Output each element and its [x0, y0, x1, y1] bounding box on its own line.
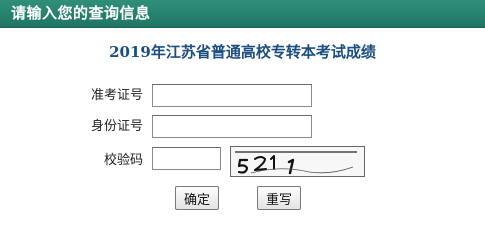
captcha-graphic — [235, 151, 357, 175]
header-bar: 请输入您的查询信息 — [0, 0, 485, 28]
captcha-label: 校验码 — [103, 153, 143, 168]
captcha-input[interactable] — [152, 147, 221, 170]
header-title: 请输入您的查询信息 — [11, 4, 151, 22]
captcha-noise-line — [250, 166, 354, 174]
exam-id-label: 准考证号 — [90, 88, 143, 103]
captcha-glyph — [287, 158, 295, 175]
id-card-label: 身份证号 — [90, 119, 143, 134]
captcha-glyph — [254, 156, 267, 171]
captcha-glyph — [270, 155, 275, 170]
id-card-input[interactable] — [152, 115, 312, 138]
exam-id-input[interactable] — [152, 84, 312, 107]
captcha-image[interactable] — [230, 146, 365, 177]
reset-button[interactable]: 重写 — [257, 186, 301, 210]
page-title: 2019年江苏省普通高校专转本考试成绩 — [109, 43, 376, 61]
confirm-button[interactable]: 确定 — [175, 186, 219, 210]
captcha-glyph — [237, 158, 249, 174]
